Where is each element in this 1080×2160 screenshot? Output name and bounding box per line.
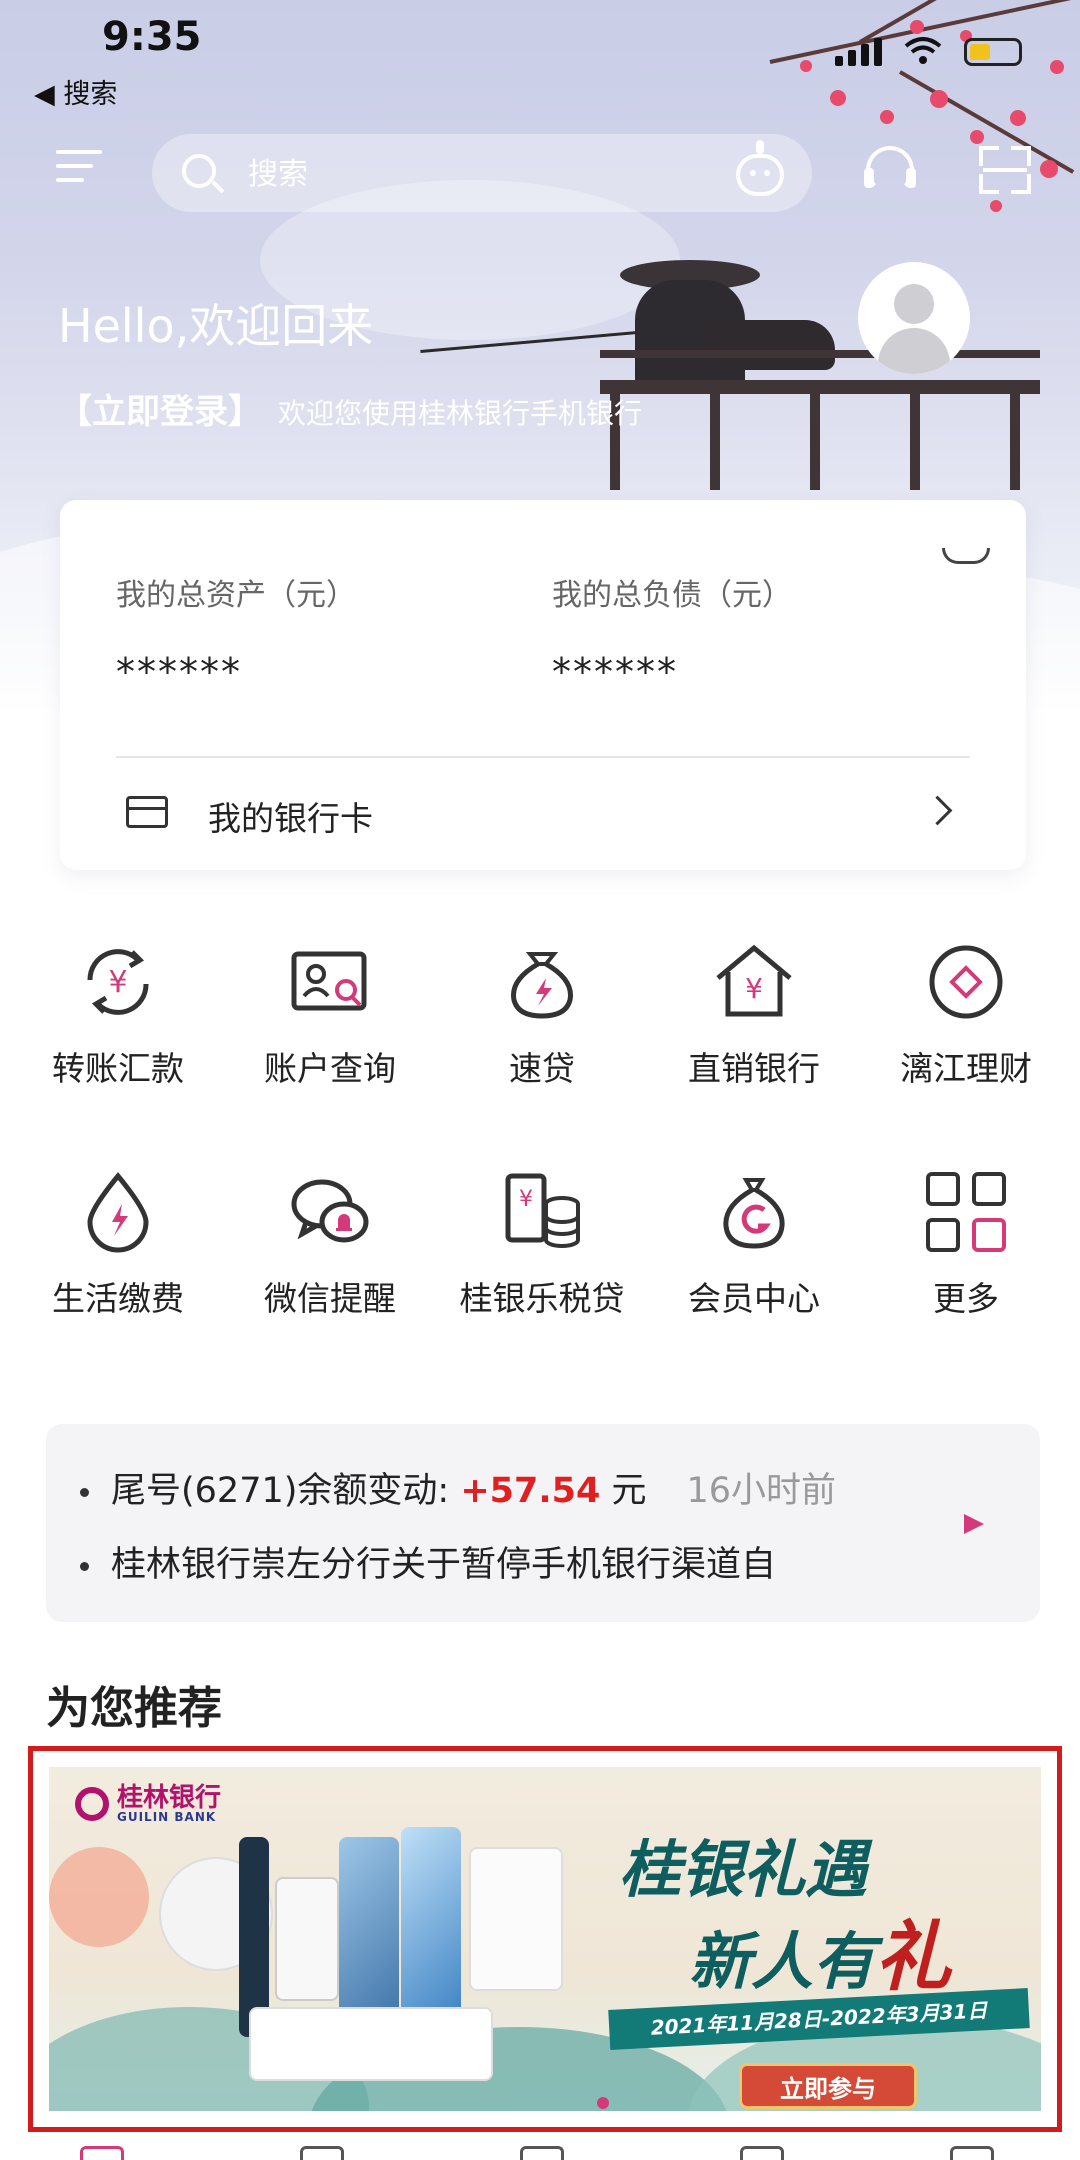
menu-item-account-query[interactable]: 账户查询 (222, 940, 438, 1140)
menu-item-label: 桂银乐税贷 (459, 1279, 625, 1318)
greeting: Hello,欢迎回来 (58, 299, 374, 353)
total-liabilities: 我的总负债（元） ****** (552, 570, 792, 694)
bottom-tab-bar (0, 2140, 1080, 2160)
menu-item-label: 账户查询 (264, 1049, 396, 1088)
search-input[interactable] (246, 134, 770, 214)
svg-text:¥: ¥ (108, 965, 127, 1000)
menu-item-tax-loan[interactable]: ¥ 桂银乐税贷 (434, 1170, 650, 1370)
menu-item-label: 直销银行 (688, 1049, 820, 1088)
slogan-gift-char: 礼 (875, 1912, 952, 2001)
tab-home-icon[interactable] (80, 2146, 124, 2160)
bank-announcement[interactable]: 桂林银行崇左分行关于暂停手机银行渠道自 (80, 1536, 776, 1587)
svg-text:¥: ¥ (519, 1187, 533, 1212)
wealth-icon (924, 940, 1008, 1024)
avatar[interactable] (858, 262, 970, 374)
chevron-right-icon (922, 795, 953, 826)
menu-item-label: 漓江理财 (900, 1049, 1032, 1088)
menu-item-wealth[interactable]: 漓江理财 (858, 940, 1074, 1140)
carousel-indicator[interactable] (597, 2097, 609, 2109)
balance-change-amount: +57.54 (460, 1471, 601, 1511)
svg-text:¥: ¥ (745, 972, 763, 1005)
recommend-title: 为您推荐 (46, 1683, 222, 1734)
back-to-search-link[interactable]: ◀ 搜索 (34, 72, 117, 111)
transfer-icon: ¥ (76, 940, 160, 1024)
menu-item-label: 转账汇款 (52, 1049, 184, 1088)
slogan-line2-text: 新人有 (689, 1925, 876, 1998)
status-bar: 9:35 ◀ 搜索 (0, 0, 1080, 110)
notice-arrow-icon[interactable] (964, 1514, 984, 1534)
fisherman-illustration (420, 250, 1040, 490)
menu-icon[interactable] (56, 150, 102, 190)
my-bank-cards-row[interactable]: 我的银行卡 (60, 758, 1026, 868)
menu-item-label: 会员中心 (688, 1279, 820, 1318)
search-bar[interactable] (152, 134, 812, 214)
direct-bank-icon: ¥ (712, 940, 796, 1024)
login-row: 【立即登录】 欢迎您使用桂林银行手机银行 (58, 384, 642, 433)
bank-card-icon (126, 796, 168, 828)
menu-item-wechat-alert[interactable]: 微信提醒 (222, 1170, 438, 1370)
wechat-alert-icon (288, 1170, 372, 1254)
asset-card: 我的总资产（元） ****** 我的总负债（元） ****** 我的银行卡 (60, 500, 1026, 870)
amount-unit: 元 (600, 1471, 647, 1511)
member-icon (712, 1170, 796, 1254)
menu-item-transfer[interactable]: ¥ 转账汇款 (10, 940, 226, 1140)
join-now-button[interactable]: 立即参与 (739, 2063, 917, 2109)
welcome-subtitle: 欢迎您使用桂林银行手机银行 (278, 397, 643, 430)
tab-icon[interactable] (740, 2146, 784, 2160)
cellular-signal-icon (835, 38, 882, 66)
login-link[interactable]: 【立即登录】 (58, 392, 262, 432)
slogan-line2: 新人有礼 (689, 1895, 951, 2005)
account-query-icon (288, 940, 372, 1024)
assistant-robot-icon[interactable] (730, 140, 790, 200)
bank-name-en: GUILIN BANK (117, 1810, 217, 1824)
menu-item-label: 微信提醒 (264, 1279, 396, 1318)
total-assets-value: ****** (116, 650, 242, 694)
menu-item-bill-pay[interactable]: 生活缴费 (10, 1170, 226, 1370)
menu-item-label: 生活缴费 (52, 1279, 184, 1318)
menu-item-direct-bank[interactable]: ¥ 直销银行 (646, 940, 862, 1140)
balance-change-notice[interactable]: 尾号(6271)余额变动: +57.54 元 16小时前 (80, 1462, 836, 1513)
wifi-icon (904, 36, 942, 66)
sun-decoration (49, 1847, 149, 1947)
menu-item-label: 更多 (933, 1279, 999, 1318)
menu-item-quick-loan[interactable]: 速贷 (434, 940, 650, 1140)
more-grid-icon (924, 1170, 1008, 1254)
scan-icon[interactable] (975, 140, 1035, 200)
menu-item-label: 速贷 (509, 1049, 575, 1088)
quick-loan-icon (500, 940, 584, 1024)
bank-name-cn: 桂林银行 (117, 1783, 222, 1813)
promo-banner-highlight[interactable]: 桂林银行 GUILIN BANK 桂银礼遇 新人有礼 2021年11月28日-2… (28, 1746, 1062, 2132)
tab-icon[interactable] (950, 2146, 994, 2160)
menu-item-more[interactable]: 更多 (858, 1170, 1074, 1370)
bill-pay-icon (76, 1170, 160, 1254)
tax-loan-icon: ¥ (500, 1170, 584, 1254)
tab-icon[interactable] (300, 2146, 344, 2160)
search-icon (182, 154, 216, 188)
notice-time: 16小时前 (686, 1471, 837, 1511)
menu-item-member[interactable]: 会员中心 (646, 1170, 862, 1370)
notice-text: 尾号(6271)余额变动: (111, 1471, 461, 1511)
clock: 9:35 (102, 14, 202, 60)
announcement-text: 桂林银行崇左分行关于暂停手机银行渠道自 (111, 1545, 777, 1585)
promo-banner[interactable]: 桂林银行 GUILIN BANK 桂银礼遇 新人有礼 2021年11月28日-2… (49, 1767, 1041, 2111)
tab-icon[interactable] (520, 2146, 564, 2160)
bank-logo: 桂林银行 GUILIN BANK (75, 1785, 221, 1823)
notice-panel[interactable]: 尾号(6271)余额变动: +57.54 元 16小时前 桂林银行崇左分行关于暂停… (46, 1424, 1040, 1622)
total-assets-label: 我的总资产（元） (116, 578, 356, 613)
battery-icon (964, 38, 1022, 66)
total-assets: 我的总资产（元） ****** (116, 570, 356, 694)
my-bank-cards-label: 我的银行卡 (208, 799, 373, 838)
total-liabilities-label: 我的总负债（元） (552, 578, 792, 613)
total-liabilities-value: ****** (552, 650, 678, 694)
customer-service-icon[interactable] (860, 140, 920, 200)
bank-logo-icon (75, 1787, 109, 1821)
hide-balance-eye-icon[interactable] (938, 548, 994, 568)
